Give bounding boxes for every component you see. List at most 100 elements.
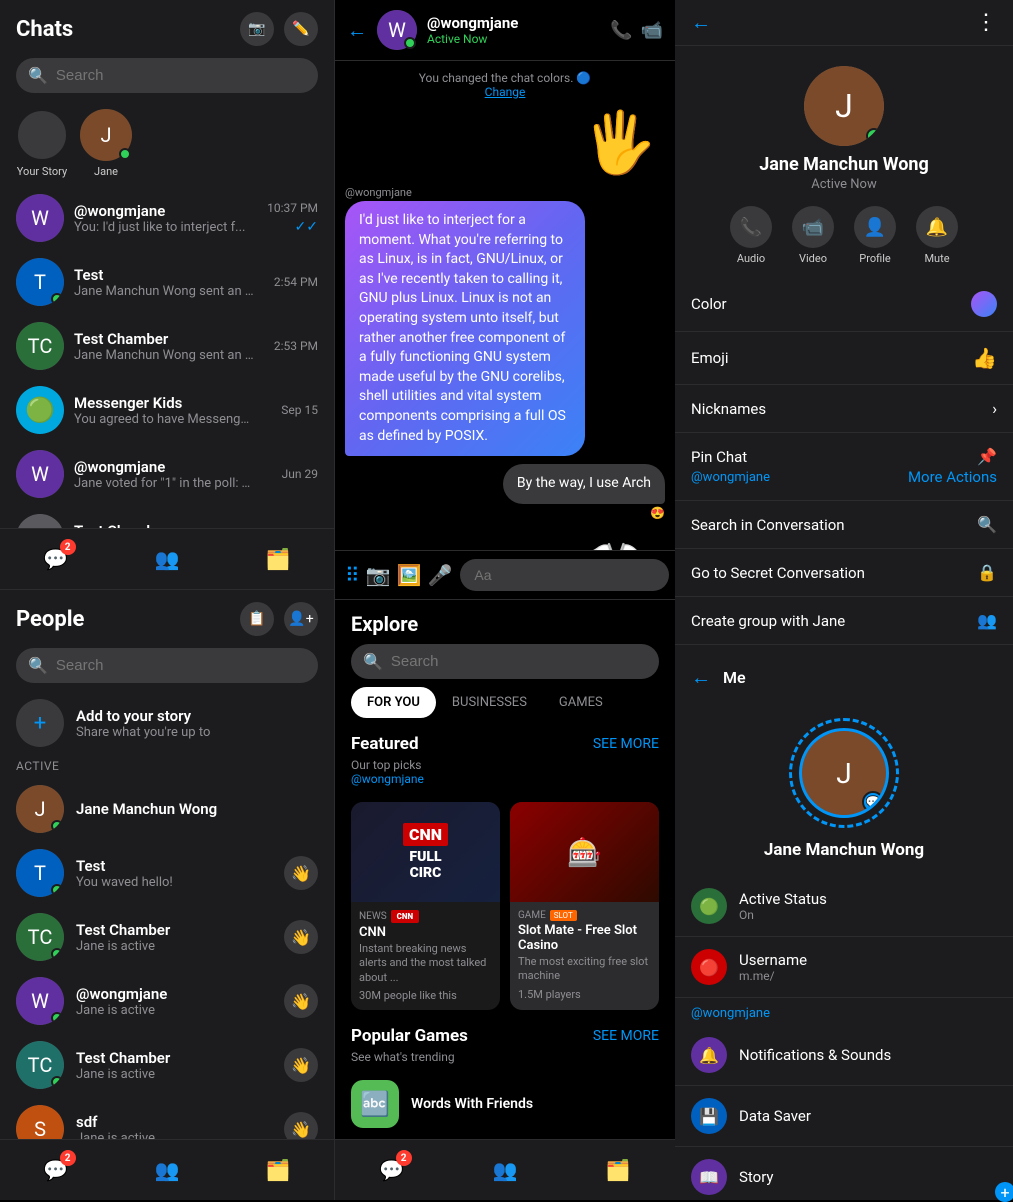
tab-for-you[interactable]: FOR YOU: [351, 687, 436, 718]
anime-sticker: 🎌: [577, 528, 657, 550]
audio-action[interactable]: 📞 Audio: [730, 206, 772, 265]
create-group[interactable]: Create group with Jane 👥: [675, 597, 1013, 645]
nav-people-btn2[interactable]: 👥: [147, 1150, 187, 1190]
back-button[interactable]: ←: [347, 18, 367, 43]
testchamber-name: Test Chamber: [74, 330, 264, 348]
explore-tabs: FOR YOU BUSINESSES GAMES: [335, 687, 675, 726]
emoji-setting[interactable]: Emoji 👍: [675, 332, 1013, 385]
incoming-sender: @wongmjane: [345, 186, 412, 199]
contacts-icon[interactable]: 📋: [240, 602, 274, 636]
messenger-kids-avatar: 🟢: [16, 386, 64, 434]
slot-card[interactable]: 🎰 GAME SLOT Slot Mate - Free Slot Casino…: [510, 802, 659, 1010]
nav-people-explore[interactable]: 👥: [485, 1150, 525, 1190]
people-bottom-nav: 💬 2 👥 🗂️: [0, 1139, 334, 1200]
cnn-card-meta: 30M people like this: [359, 989, 492, 1002]
featured-see-more[interactable]: SEE MORE: [593, 736, 659, 752]
profile-online-dot: [866, 128, 882, 144]
tab-games[interactable]: GAMES: [543, 687, 619, 718]
active-status-pref[interactable]: 🟢 Active Status On: [675, 876, 1013, 937]
video-action[interactable]: 📹 Video: [792, 206, 834, 265]
wave-btn-sdf[interactable]: 👋: [284, 1112, 318, 1139]
nicknames-setting[interactable]: Nicknames ›: [675, 385, 1013, 433]
compose-icon[interactable]: ✏️: [284, 12, 318, 46]
data-saver-pref[interactable]: 💾 Data Saver: [675, 1086, 1013, 1147]
chat-item-wongmjane2[interactable]: W @wongmjane Jane voted for "1" in the p…: [0, 442, 334, 506]
right-back-button[interactable]: ←: [691, 10, 711, 35]
nav-discover-btn2[interactable]: 🗂️: [258, 1150, 298, 1190]
camera-input-icon[interactable]: 📷: [366, 563, 391, 587]
message-input[interactable]: [460, 559, 669, 591]
call-icon[interactable]: 📞: [610, 20, 632, 41]
cnn-card[interactable]: CNN FULLCIRC NEWS CNN CNN Instant breaki…: [351, 802, 500, 1010]
secret-conversation[interactable]: Go to Secret Conversation 🔒: [675, 549, 1013, 597]
jane-online-dot: [119, 148, 131, 160]
chat-item-messenger-kids[interactable]: 🟢 Messenger Kids You agreed to have Mess…: [0, 378, 334, 442]
people-test-info: Test You waved hello!: [76, 857, 272, 890]
change-link[interactable]: Change: [485, 85, 526, 99]
mic-icon[interactable]: 🎤: [427, 563, 452, 587]
cnn-card-desc: Instant breaking news alerts and the mos…: [359, 942, 492, 985]
mute-action[interactable]: 🔔 Mute: [916, 206, 958, 265]
cnn-card-name: CNN: [359, 925, 492, 940]
people-search-bar[interactable]: 🔍: [16, 648, 318, 683]
wave-btn-test[interactable]: 👋: [284, 856, 318, 890]
wongmjane-preview: You: I'd just like to interject f...: [74, 220, 254, 235]
color-setting[interactable]: Color: [675, 277, 1013, 332]
people-search-input[interactable]: [56, 657, 306, 674]
username-pref[interactable]: 🔴 Username m.me/: [675, 937, 1013, 998]
testchamber-info: Test Chamber Jane Manchun Wong sent an a…: [74, 330, 264, 363]
people-title: People: [16, 607, 84, 632]
messenger-kids-info: Messenger Kids You agreed to have Messen…: [74, 394, 271, 427]
people-item-testchamber[interactable]: TC Test Chamber Jane is active 👋: [0, 905, 334, 969]
notifications-pref[interactable]: 🔔 Notifications & Sounds: [675, 1025, 1013, 1086]
me-back-icon[interactable]: ←: [691, 665, 711, 690]
people-item-wongmjane[interactable]: W @wongmjane Jane is active 👋: [0, 969, 334, 1033]
chats-search-input[interactable]: [56, 67, 306, 84]
jane-story-item[interactable]: J Jane: [80, 109, 132, 178]
people-item-jane[interactable]: J Jane Manchun Wong: [0, 777, 334, 841]
photo-icon[interactable]: 🖼️: [397, 563, 422, 587]
more-actions-text[interactable]: More Actions: [908, 468, 997, 486]
pin-chat-setting[interactable]: Pin Chat 📌 @wongmjane More Actions: [675, 433, 1013, 501]
explore-search-input[interactable]: [391, 653, 647, 670]
people-item-testchamber2[interactable]: TC Test Chamber Jane is active 👋: [0, 1033, 334, 1097]
wave-btn-tc[interactable]: 👋: [284, 920, 318, 954]
chat-header-avatar: W: [377, 10, 417, 50]
color-label: Color: [691, 295, 727, 313]
right-panel-header: ← ⋮: [675, 0, 1013, 46]
wave-btn-tc2[interactable]: 👋: [284, 1048, 318, 1082]
add-contact-icon[interactable]: 👤+: [284, 602, 318, 636]
chats-header-icons: 📷 ✏️: [240, 12, 318, 46]
your-story-item[interactable]: + Your Story: [16, 109, 68, 178]
story-pref[interactable]: 📖 Story: [675, 1147, 1013, 1200]
popular-games-see-more[interactable]: SEE MORE: [593, 1028, 659, 1044]
words-with-friends-item[interactable]: 🔤 Words With Friends: [335, 1072, 675, 1136]
chat-item-testchamber2[interactable]: TC Test Chamber Jane: 😁 May 20: [0, 506, 334, 528]
nav-chats-explore[interactable]: 💬 2: [372, 1150, 412, 1190]
explore-search-bar[interactable]: 🔍: [351, 644, 659, 679]
chat-item-wongmjane[interactable]: W @wongmjane You: I'd just like to inter…: [0, 186, 334, 250]
nav-chats-btn2[interactable]: 💬 2: [36, 1150, 76, 1190]
camera-icon[interactable]: 📷: [240, 12, 274, 46]
right-menu-icon[interactable]: ⋮: [975, 10, 997, 35]
chat-item-testchamber[interactable]: TC Test Chamber Jane Manchun Wong sent a…: [0, 314, 334, 378]
nav-chats-btn[interactable]: 💬 2: [36, 539, 76, 579]
slot-card-name: Slot Mate - Free Slot Casino: [518, 923, 651, 953]
grid-icon[interactable]: ⠿: [345, 563, 360, 587]
nav-discover-explore[interactable]: 🗂️: [598, 1150, 638, 1190]
video-call-icon[interactable]: 📹: [641, 20, 663, 41]
nav-discover-btn[interactable]: 🗂️: [258, 539, 298, 579]
add-story-btn[interactable]: + Add to your story Share what you're up…: [0, 691, 334, 755]
tab-businesses[interactable]: BUSINESSES: [436, 687, 543, 718]
search-in-conversation[interactable]: Search in Conversation 🔍: [675, 501, 1013, 549]
chat-item-test[interactable]: T Test Jane Manchun Wong sent an actio..…: [0, 250, 334, 314]
people-test-status: You waved hello!: [76, 875, 272, 890]
profile-action-btn[interactable]: 👤 Profile: [854, 206, 896, 265]
wave-btn-wmj[interactable]: 👋: [284, 984, 318, 1018]
audio-label: Audio: [737, 252, 765, 265]
people-item-sdf[interactable]: S sdf Jane is active 👋: [0, 1097, 334, 1139]
chats-search-bar[interactable]: 🔍: [16, 58, 318, 93]
people-item-test[interactable]: T Test You waved hello! 👋: [0, 841, 334, 905]
nav-people-btn[interactable]: 👥: [147, 539, 187, 579]
pin-icon: 📌: [977, 447, 997, 466]
